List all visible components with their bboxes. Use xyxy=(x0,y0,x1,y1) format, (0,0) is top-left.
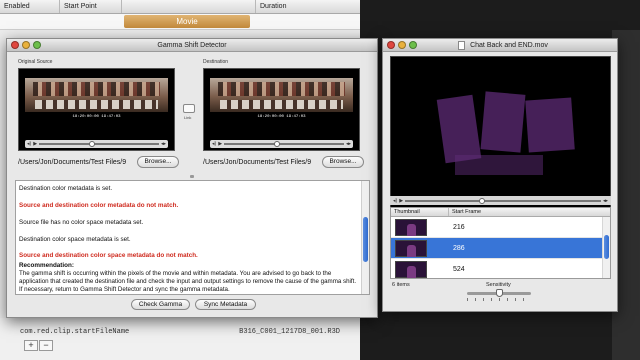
original-playback-controls: ◂) ▶ ◂▸ xyxy=(25,140,168,148)
metadata-row[interactable]: com.red.clip.startFileName B316_C001_121… xyxy=(20,328,360,340)
column-start-frame[interactable]: Start Frame xyxy=(449,208,603,216)
recommendation-heading: Recommendation: xyxy=(19,262,74,269)
column-thumbnail[interactable]: Thumbnail xyxy=(391,208,449,216)
warning-message-line: Source and destination color space metad… xyxy=(19,252,198,259)
original-path-field[interactable]: /Users/Jon/Documents/Test Files/9 xyxy=(18,157,135,168)
title-bar[interactable]: Chat Back and END.mov xyxy=(383,39,617,52)
destination-path-field[interactable]: /Users/Jon/Documents/Test Files/9 xyxy=(203,157,320,168)
start-frame-value: 216 xyxy=(453,223,465,231)
original-browse-button[interactable]: Browse... xyxy=(137,156,179,168)
video-frame xyxy=(25,78,168,112)
table-header: Enabled Start Point Duration xyxy=(0,0,360,14)
add-remove-controls: + − xyxy=(24,340,53,351)
sensitivity-label: Sensitivity xyxy=(486,282,511,288)
original-timecode: 18:20:00:00 19:47:03 xyxy=(72,115,121,119)
table-header: Thumbnail Start Frame xyxy=(391,208,610,217)
scrubber-knob[interactable] xyxy=(274,141,281,147)
frame-thumbnail xyxy=(395,218,427,236)
volume-icon[interactable]: ◂) xyxy=(212,140,216,148)
items-count: 6 items xyxy=(392,282,410,288)
link-toggle-button[interactable] xyxy=(183,104,195,113)
window-title: Chat Back and END.mov xyxy=(470,42,548,49)
step-icon[interactable]: ◂▸ xyxy=(603,198,608,204)
message-line: Destination color metadata is set. xyxy=(19,185,113,192)
movie-window: Chat Back and END.mov ◂) ▶ ◂▸ Thumbnail … xyxy=(382,38,618,312)
step-icon[interactable]: ◂▸ xyxy=(346,140,351,148)
original-source-label: Original Source xyxy=(18,59,53,65)
warning-message-line: Source and destination color metadata do… xyxy=(19,202,179,209)
play-icon[interactable]: ▶ xyxy=(399,198,403,204)
split-divider-handle[interactable] xyxy=(190,175,194,178)
message-line: Destination color space metadata is set. xyxy=(19,236,131,243)
scrubber-knob[interactable] xyxy=(479,197,486,204)
column-duration[interactable]: Duration xyxy=(256,0,360,13)
table-row-selected[interactable]: 286 xyxy=(391,238,610,259)
video-frame xyxy=(436,94,482,164)
sync-metadata-button[interactable]: Sync Metadata xyxy=(195,299,256,310)
movie-badge[interactable]: Movie xyxy=(124,15,250,28)
window-title: Gamma Shift Detector xyxy=(157,42,227,49)
column-blank[interactable] xyxy=(122,0,256,13)
slider-ticks xyxy=(467,298,531,301)
results-text-area[interactable]: Destination color metadata is set. Sourc… xyxy=(15,180,370,295)
gamma-shift-detector-window: Gamma Shift Detector Original Source Des… xyxy=(6,38,378,318)
scrollbar-thumb[interactable] xyxy=(363,217,368,262)
destination-scrubber[interactable] xyxy=(224,141,344,147)
sensitivity-slider[interactable] xyxy=(467,289,531,297)
step-icon[interactable]: ◂▸ xyxy=(161,140,166,148)
video-frame xyxy=(210,78,353,112)
frames-table: Thumbnail Start Frame 216 286 524 xyxy=(390,207,611,279)
movie-scrubber[interactable] xyxy=(405,197,601,204)
original-video-preview[interactable]: 18:20:00:00 19:47:03 ◂) ▶ ◂▸ xyxy=(18,68,175,151)
start-frame-value: 286 xyxy=(453,244,465,252)
message-line: Source file has no color space metadata … xyxy=(19,219,144,226)
table-row[interactable]: 524 xyxy=(391,259,610,278)
volume-icon[interactable]: ◂) xyxy=(27,140,31,148)
title-bar[interactable]: Gamma Shift Detector xyxy=(7,39,377,52)
video-frame xyxy=(480,91,526,153)
frame-thumbnail xyxy=(395,239,427,257)
scrollbar-thumb[interactable] xyxy=(604,235,609,259)
destination-label: Destination xyxy=(203,59,229,65)
column-start-point[interactable]: Start Point xyxy=(60,0,122,13)
recommendation-text: The gamma shift is occurring within the … xyxy=(19,270,357,293)
table-row[interactable]: 216 xyxy=(391,217,610,238)
slider-knob[interactable] xyxy=(495,289,503,297)
table-scrollbar[interactable] xyxy=(602,217,610,278)
movie-preview[interactable] xyxy=(390,56,611,211)
destination-video-preview[interactable]: 18:20:00:00 19:47:03 ◂) ▶ ◂▸ xyxy=(203,68,360,151)
destination-playback-controls: ◂) ▶ ◂▸ xyxy=(210,140,353,148)
destination-timecode: 18:20:00:00 19:47:03 xyxy=(257,115,306,119)
frame-thumbnail xyxy=(395,260,427,278)
column-enabled[interactable]: Enabled xyxy=(0,0,60,13)
link-label: Link xyxy=(184,115,192,120)
remove-button[interactable]: − xyxy=(39,340,53,351)
results-scrollbar[interactable] xyxy=(361,181,369,294)
movie-playback-controls: ◂) ▶ ◂▸ xyxy=(390,196,611,205)
destination-browse-button[interactable]: Browse... xyxy=(322,156,364,168)
check-gamma-button[interactable]: Check Gamma xyxy=(131,299,190,310)
video-frame xyxy=(525,97,575,153)
video-frame xyxy=(455,155,543,175)
add-button[interactable]: + xyxy=(24,340,38,351)
start-frame-value: 524 xyxy=(453,265,465,273)
metadata-key: com.red.clip.startFileName xyxy=(20,328,130,336)
scrubber-knob[interactable] xyxy=(89,141,96,147)
volume-icon[interactable]: ◂) xyxy=(393,198,397,204)
play-icon[interactable]: ▶ xyxy=(33,140,37,148)
metadata-value: B316_C001_1217D8_001.R3D xyxy=(239,328,340,336)
original-scrubber[interactable] xyxy=(39,141,159,147)
play-icon[interactable]: ▶ xyxy=(218,140,222,148)
